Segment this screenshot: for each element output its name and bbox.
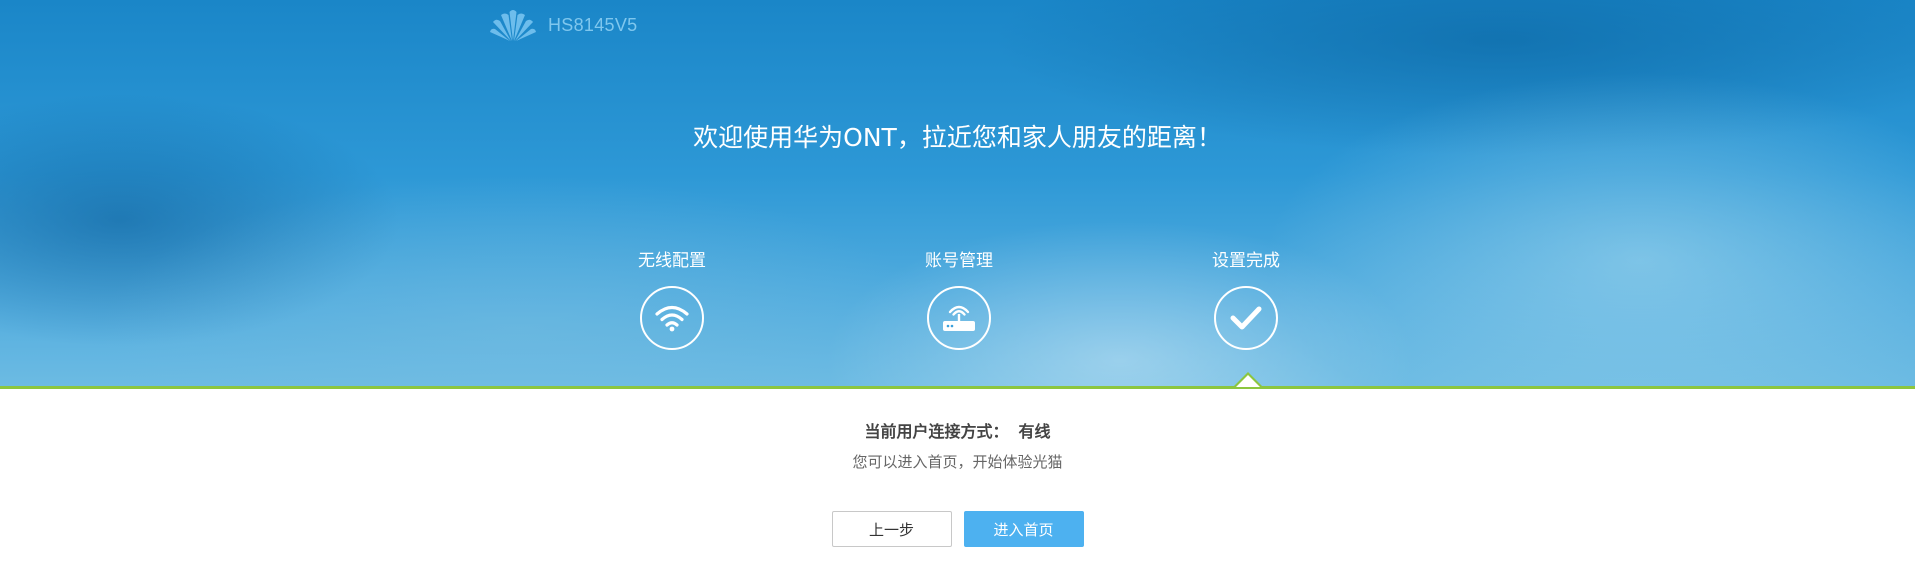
connection-value: 有线 (1018, 422, 1051, 441)
previous-step-button[interactable]: 上一步 (831, 511, 952, 547)
brand-header: HS8145V5 (490, 8, 637, 42)
step-label-wireless-config: 无线配置 (638, 251, 706, 271)
wifi-icon (655, 304, 689, 332)
progress-divider (0, 386, 1915, 389)
setup-steps: 无线配置 账号管理 设置完成 (0, 248, 1915, 368)
enter-home-button[interactable]: 进入首页 (963, 511, 1084, 547)
step-account-management: 账号管理 (884, 248, 1034, 350)
step-label-account-management: 账号管理 (925, 251, 993, 271)
huawei-logo-icon (490, 8, 536, 42)
step-circle-setup-complete (1214, 286, 1278, 350)
setup-wizard-page: HS8145V5 欢迎使用华为ONT，拉近您和家人朋友的距离！ 无线配置 账号管… (0, 0, 1915, 575)
checkmark-icon (1230, 305, 1262, 331)
completion-panel: 当前用户连接方式： 有线 您可以进入首页，开始体验光猫 (0, 420, 1915, 473)
step-wireless-config: 无线配置 (597, 248, 747, 350)
enter-home-hint: 您可以进入首页，开始体验光猫 (852, 453, 1063, 471)
device-model: HS8145V5 (548, 14, 638, 35)
active-step-pointer (1236, 375, 1260, 387)
action-buttons: 上一步 进入首页 (0, 511, 1915, 547)
step-label-setup-complete: 设置完成 (1212, 251, 1280, 271)
step-setup-complete: 设置完成 (1171, 248, 1321, 350)
connection-status: 当前用户连接方式： 有线 (0, 420, 1915, 444)
step-circle-account-management (927, 286, 991, 350)
step-circle-wireless-config (640, 286, 704, 350)
welcome-message: 欢迎使用华为ONT，拉近您和家人朋友的距离！ (693, 123, 1222, 152)
connection-label: 当前用户连接方式： (864, 422, 1009, 441)
hero-banner: HS8145V5 欢迎使用华为ONT，拉近您和家人朋友的距离！ 无线配置 账号管… (0, 0, 1915, 386)
router-icon (941, 302, 977, 334)
